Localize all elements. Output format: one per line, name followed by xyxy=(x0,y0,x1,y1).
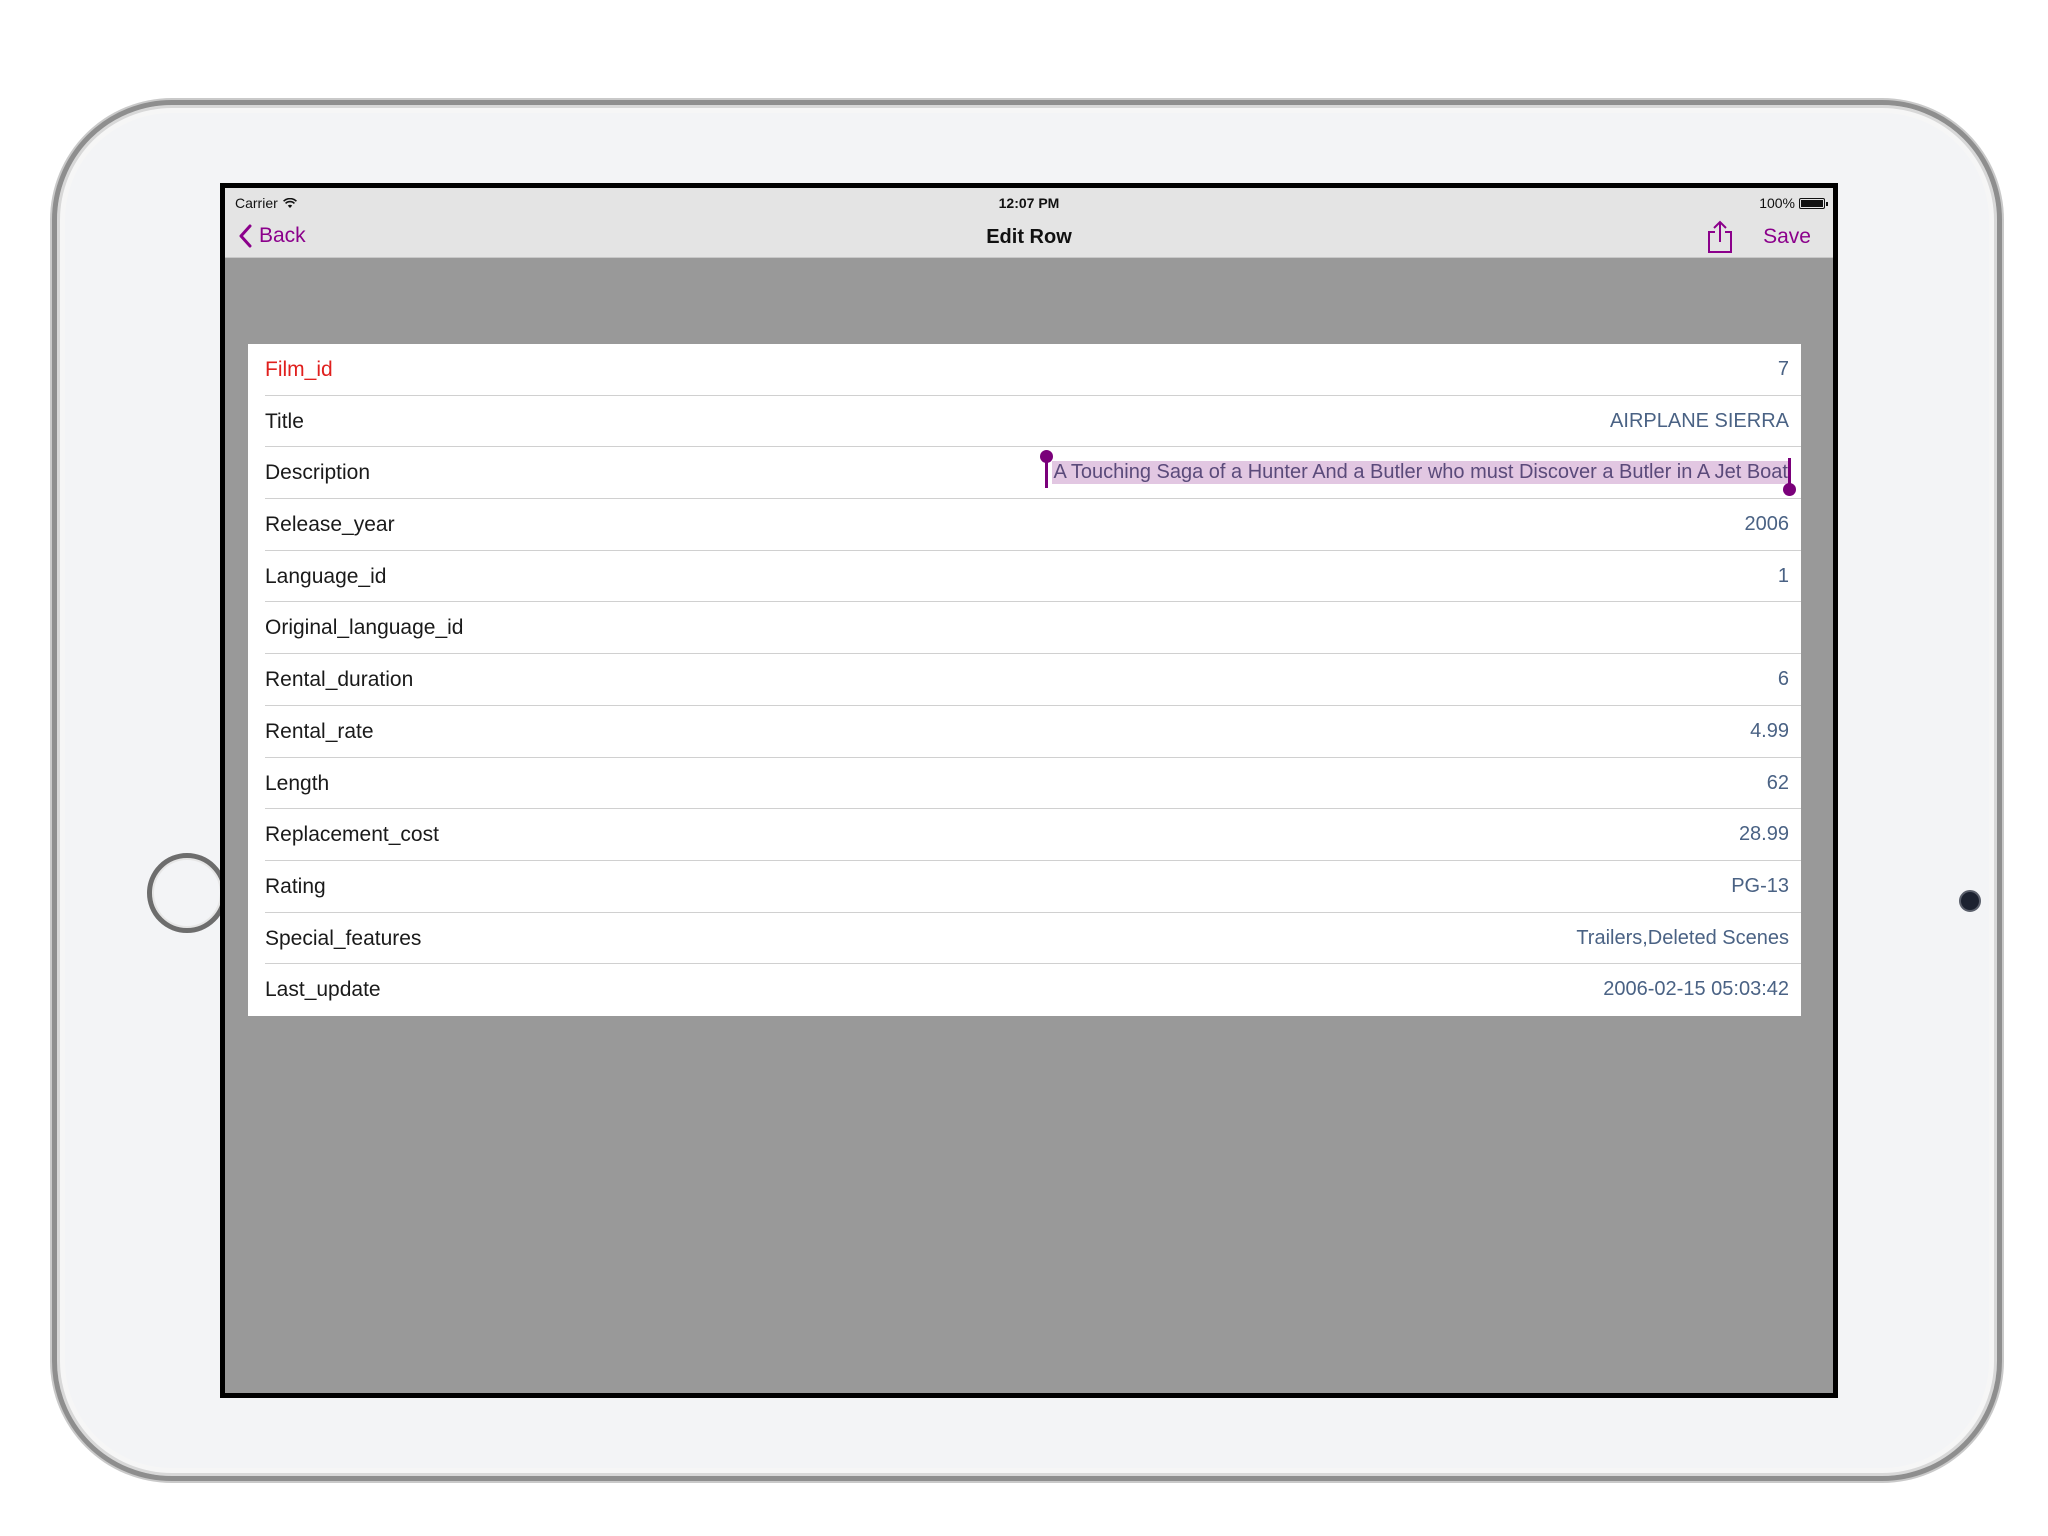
field-label: Release_year xyxy=(265,513,395,537)
navigation-bar: Back Edit Row Save xyxy=(225,214,1833,258)
field-table: Film_id 7 Title AIRPLANE SIERRA Descript… xyxy=(248,344,1801,1016)
screen-content: Carrier 12:07 PM 100% Back Edit Row Save… xyxy=(225,188,1833,1393)
camera-icon xyxy=(1959,890,1981,912)
row-film-id[interactable]: Film_id 7 xyxy=(265,344,1801,396)
field-label: Rental_duration xyxy=(265,668,414,692)
field-label: Description xyxy=(265,461,371,485)
field-value[interactable]: 2006 xyxy=(1745,513,1790,536)
field-value-selected[interactable]: A Touching Saga of a Hunter And a Butler… xyxy=(1052,461,1789,485)
field-label: Rating xyxy=(265,874,326,898)
field-value[interactable]: 28.99 xyxy=(1739,823,1789,846)
row-rental-duration[interactable]: Rental_duration 6 xyxy=(265,654,1801,706)
home-button[interactable] xyxy=(147,853,227,933)
row-replacement-cost[interactable]: Replacement_cost 28.99 xyxy=(265,809,1801,861)
field-label: Replacement_cost xyxy=(265,823,439,847)
battery-icon xyxy=(1799,197,1828,209)
field-label: Rental_rate xyxy=(265,719,374,743)
selection-end-handle[interactable] xyxy=(1783,458,1796,497)
field-value[interactable]: 1 xyxy=(1778,565,1789,588)
row-release-year[interactable]: Release_year 2006 xyxy=(265,499,1801,551)
field-label: Title xyxy=(265,409,304,433)
field-value[interactable]: 7 xyxy=(1778,358,1789,381)
field-value[interactable]: 2006-02-15 05:03:42 xyxy=(1603,978,1789,1001)
row-original-language-id[interactable]: Original_language_id xyxy=(265,602,1801,655)
field-label: Language_id xyxy=(265,564,387,588)
field-value[interactable]: 62 xyxy=(1767,772,1789,795)
status-time: 12:07 PM xyxy=(998,195,1060,211)
row-title[interactable]: Title AIRPLANE SIERRA xyxy=(265,396,1801,448)
row-last-update[interactable]: Last_update 2006-02-15 05:03:42 xyxy=(265,964,1801,1016)
share-button[interactable] xyxy=(1705,220,1735,254)
field-label: Length xyxy=(265,771,330,795)
share-icon xyxy=(1708,220,1732,253)
field-value[interactable]: 6 xyxy=(1778,668,1789,691)
row-special-features[interactable]: Special_features Trailers,Deleted Scenes xyxy=(265,913,1801,965)
battery-percent: 100% xyxy=(1759,195,1795,211)
field-label: Special_features xyxy=(265,926,422,950)
row-rating[interactable]: Rating PG-13 xyxy=(265,861,1801,913)
field-value[interactable]: 4.99 xyxy=(1750,720,1789,743)
field-value[interactable]: PG-13 xyxy=(1731,875,1789,898)
field-value[interactable]: AIRPLANE SIERRA xyxy=(1610,410,1789,433)
field-label: Film_id xyxy=(265,358,333,381)
page-title: Edit Row xyxy=(986,226,1072,248)
row-rental-rate[interactable]: Rental_rate 4.99 xyxy=(265,706,1801,758)
field-value[interactable]: Trailers,Deleted Scenes xyxy=(1576,927,1789,950)
save-button[interactable]: Save xyxy=(1763,225,1811,249)
field-label: Original_language_id xyxy=(265,616,464,640)
status-bar: Carrier 12:07 PM 100% xyxy=(225,188,1833,214)
row-description[interactable]: Description A Touching Saga of a Hunter … xyxy=(265,447,1801,500)
row-length[interactable]: Length 62 xyxy=(265,758,1801,810)
row-language-id[interactable]: Language_id 1 xyxy=(265,551,1801,603)
field-label: Last_update xyxy=(265,978,381,1002)
selection-start-handle[interactable] xyxy=(1040,450,1053,489)
screen: Carrier 12:07 PM 100% Back Edit Row Save… xyxy=(220,183,1838,1398)
status-battery: 100% xyxy=(1759,195,1828,211)
